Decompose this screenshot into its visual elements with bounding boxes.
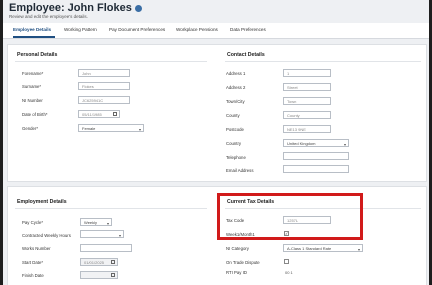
ni-number-input[interactable]: JC625941C bbox=[78, 96, 130, 104]
tab-data-preferences[interactable]: Data Preferences bbox=[230, 27, 266, 32]
tab-bar: Employee Details Working Pattern Pay Doc… bbox=[3, 23, 429, 39]
tab-working-pattern[interactable]: Working Pattern bbox=[64, 27, 97, 32]
active-tab-indicator bbox=[13, 36, 55, 38]
tab-employee-details[interactable]: Employee Details bbox=[13, 27, 51, 32]
page-title: Employee: John Flokes bbox=[9, 2, 132, 14]
tab-workplace-pensions[interactable]: Workplace Pensions bbox=[176, 27, 218, 32]
start-date-input[interactable]: 01/01/2025 bbox=[80, 258, 118, 266]
postcode-input[interactable]: NE13 9NE bbox=[283, 125, 331, 133]
dob-label: Date of Birth* bbox=[22, 112, 48, 117]
ni-number-label: NI Number bbox=[22, 98, 43, 103]
calendar-icon[interactable] bbox=[111, 260, 115, 264]
surname-input[interactable]: Flokes bbox=[78, 82, 130, 90]
works-number-label: Works Number bbox=[22, 246, 51, 251]
postcode-label: Postcode bbox=[226, 127, 244, 132]
chevron-down-icon: ▾ bbox=[118, 233, 121, 238]
address2-label: Address 2 bbox=[226, 85, 246, 90]
app-window: Employee: John Flokes Review and edit th… bbox=[3, 0, 429, 285]
ni-category-label: NI Category bbox=[226, 246, 249, 251]
county-label: County bbox=[226, 113, 240, 118]
details-card: Personal Details Contact Details Forenam… bbox=[7, 44, 427, 182]
email-input[interactable] bbox=[283, 165, 349, 173]
county-input[interactable]: County bbox=[283, 111, 331, 119]
contracted-hours-label: Contracted Weekly Hours bbox=[22, 233, 71, 238]
tab-pay-document-preferences[interactable]: Pay Document Preferences bbox=[109, 27, 165, 32]
dob-input[interactable]: 05/11/1985 bbox=[78, 110, 120, 118]
forename-input[interactable]: John bbox=[78, 69, 130, 77]
country-label: Country bbox=[226, 141, 242, 146]
on-trade-dispute-label: On Trade Dispute bbox=[226, 260, 260, 265]
forename-label: Forename* bbox=[22, 71, 44, 76]
employment-divider bbox=[15, 208, 207, 209]
rti-pay-id-value: 00 1 bbox=[285, 270, 293, 275]
telephone-label: Telephone bbox=[226, 155, 246, 160]
help-icon[interactable] bbox=[134, 4, 142, 12]
ni-category-select[interactable]: A-Class 1 Standard Rate ▾ bbox=[283, 244, 363, 252]
calendar-icon[interactable] bbox=[113, 112, 117, 116]
contact-details-title: Contact Details bbox=[227, 52, 265, 58]
start-date-label: Start Date* bbox=[22, 260, 44, 265]
email-label: Email Address bbox=[226, 168, 254, 173]
surname-label: Surname* bbox=[22, 84, 42, 89]
finish-date-input[interactable] bbox=[80, 271, 118, 279]
start-date-value: 01/01/2025 bbox=[84, 260, 105, 265]
tax-details-highlight-box bbox=[217, 193, 363, 240]
personal-details-title: Personal Details bbox=[17, 52, 58, 58]
town-input[interactable]: Town bbox=[283, 97, 331, 105]
address2-input[interactable]: Street bbox=[283, 83, 331, 91]
finish-date-label: Finish Date bbox=[22, 273, 44, 278]
pay-cycle-select[interactable]: Weekly ▾ bbox=[80, 218, 112, 226]
chevron-down-icon: ▾ bbox=[343, 142, 346, 147]
town-label: Town/City bbox=[226, 99, 245, 104]
country-select[interactable]: United Kingdom ▾ bbox=[283, 139, 349, 147]
page-header: Employee: John Flokes bbox=[9, 2, 142, 14]
calendar-icon[interactable] bbox=[111, 273, 115, 277]
pay-cycle-value: Weekly bbox=[84, 220, 98, 225]
works-number-input[interactable] bbox=[80, 244, 132, 252]
rti-pay-id-label: RTI Pay ID bbox=[226, 270, 247, 275]
pay-cycle-label: Pay Cycle* bbox=[22, 220, 44, 225]
personal-divider bbox=[15, 61, 207, 62]
gender-value: Female bbox=[82, 126, 96, 131]
chevron-down-icon: ▾ bbox=[138, 127, 141, 132]
dob-value: 05/11/1985 bbox=[82, 112, 102, 117]
contracted-hours-select[interactable]: ▾ bbox=[80, 230, 124, 238]
address1-label: Address 1 bbox=[226, 71, 246, 76]
ni-category-value: A-Class 1 Standard Rate bbox=[287, 246, 332, 251]
page-subtitle: Review and edit the employee's details. bbox=[9, 14, 88, 19]
address1-input[interactable]: 1 bbox=[283, 69, 331, 77]
employment-details-title: Employment Details bbox=[17, 199, 67, 205]
chevron-down-icon: ▾ bbox=[357, 247, 360, 252]
contact-divider bbox=[225, 61, 421, 62]
country-value: United Kingdom bbox=[287, 141, 316, 146]
gender-label: Gender* bbox=[22, 126, 39, 131]
telephone-input[interactable] bbox=[283, 152, 349, 160]
gender-select[interactable]: Female ▾ bbox=[78, 124, 144, 132]
on-trade-dispute-checkbox[interactable] bbox=[284, 259, 289, 264]
chevron-down-icon: ▾ bbox=[106, 221, 109, 226]
